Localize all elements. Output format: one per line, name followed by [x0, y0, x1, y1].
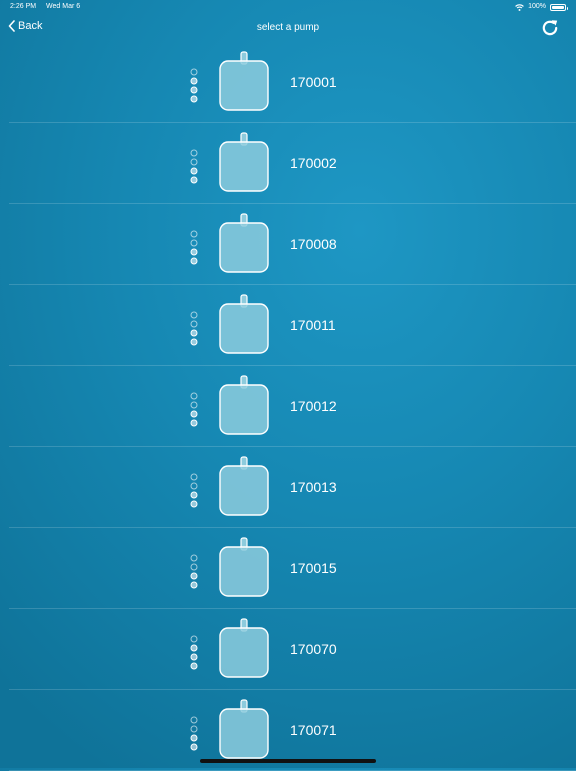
pump-id-label: 170015 [290, 560, 337, 576]
pump-id-label: 170001 [290, 74, 337, 90]
pump-icon [219, 618, 269, 678]
page-title: select a pump [256, 22, 320, 33]
pump-id-label: 170070 [290, 641, 337, 657]
pump-row[interactable]: 170070 [9, 609, 576, 690]
pump-status-dots-icon [190, 149, 198, 184]
pump-list: 170001 170002 170008 170011 170012 170013 1700… [0, 42, 576, 771]
pump-icon [219, 456, 269, 516]
pump-icon [219, 375, 269, 435]
navigation-bar: Back select a pump [0, 14, 576, 42]
pump-status-dots-icon [190, 635, 198, 670]
status-date: Wed Mar 6 [46, 3, 81, 10]
pump-row[interactable]: 170015 [9, 528, 576, 609]
status-bar: 2:26 PM Wed Mar 6 100% [0, 0, 576, 14]
pump-status-dots-icon [190, 311, 198, 346]
home-indicator[interactable] [200, 759, 376, 763]
pump-id-label: 170011 [290, 317, 336, 333]
pump-id-label: 170008 [290, 236, 337, 252]
pump-id-label: 170012 [290, 398, 337, 414]
pump-icon [219, 699, 269, 759]
pump-status-dots-icon [190, 716, 198, 751]
pump-row[interactable]: 170002 [9, 123, 576, 204]
refresh-icon[interactable] [540, 18, 560, 38]
pump-icon [219, 537, 269, 597]
status-time: 2:26 PM [10, 3, 37, 10]
pump-status-dots-icon [190, 392, 198, 427]
pump-icon [219, 132, 269, 192]
pump-id-label: 170013 [290, 479, 337, 495]
pump-row[interactable]: 170013 [9, 447, 576, 528]
pump-id-label: 170071 [290, 722, 337, 738]
pump-status-dots-icon [190, 68, 198, 103]
pump-row[interactable]: 170012 [9, 366, 576, 447]
pump-status-dots-icon [190, 230, 198, 265]
pump-id-label: 170002 [290, 155, 337, 171]
pump-row[interactable]: 170008 [9, 204, 576, 285]
pump-row[interactable]: 170011 [9, 285, 576, 366]
battery-percent: 100% [528, 3, 546, 10]
battery-icon [550, 3, 568, 11]
pump-icon [219, 51, 269, 111]
pump-row[interactable]: 170001 [9, 42, 576, 123]
wifi-icon [515, 3, 524, 11]
pump-icon [219, 294, 269, 354]
pump-status-dots-icon [190, 554, 198, 589]
pump-icon [219, 213, 269, 273]
pump-status-dots-icon [190, 473, 198, 508]
